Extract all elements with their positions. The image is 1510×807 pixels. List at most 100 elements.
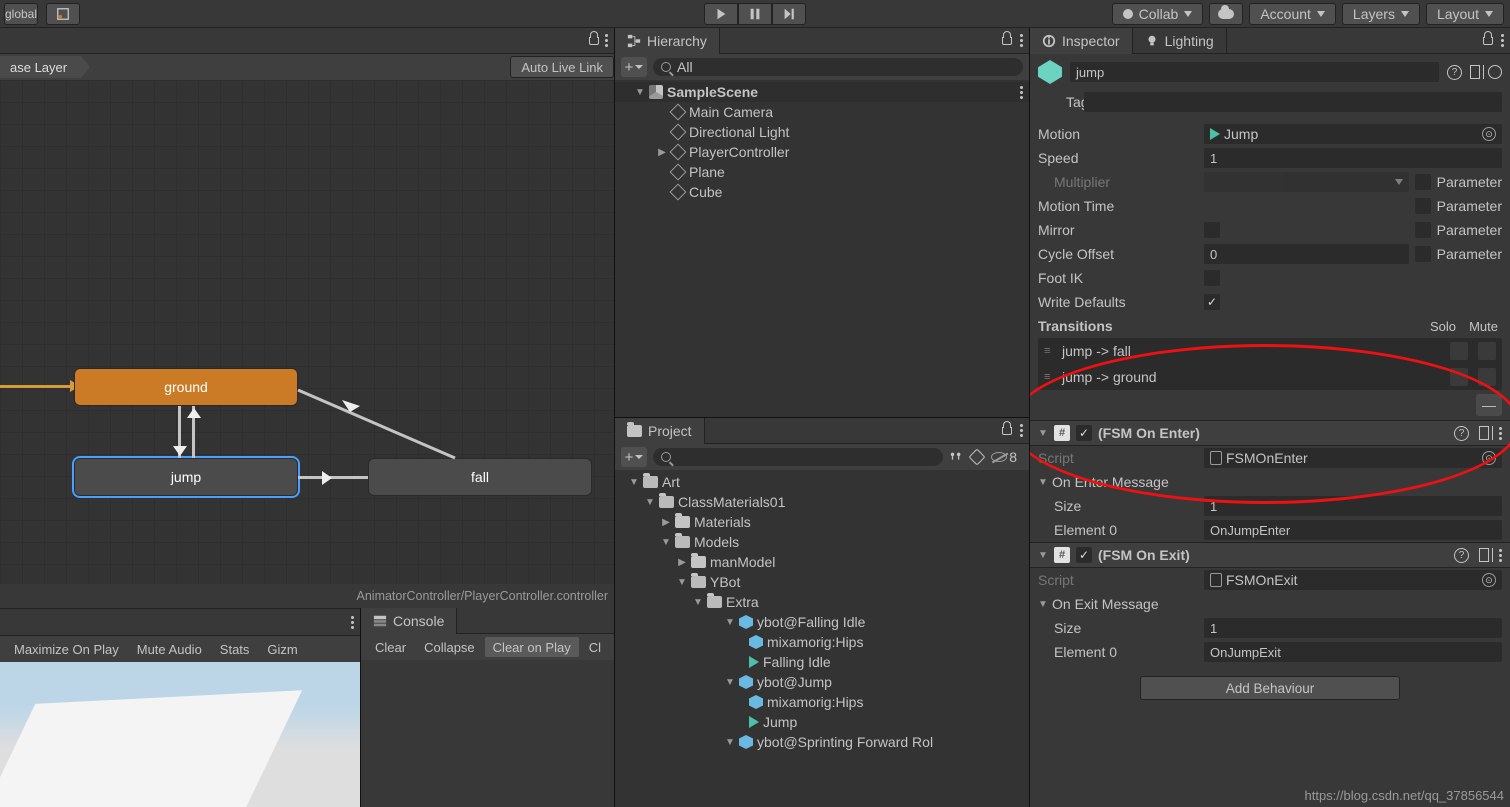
tab-lighting[interactable]: Lighting: [1133, 28, 1227, 54]
help-icon[interactable]: ?: [1447, 65, 1462, 80]
help-icon[interactable]: ?: [1454, 426, 1469, 441]
folder-row[interactable]: ▼ClassMaterials01: [615, 492, 1029, 512]
hierarchy-item[interactable]: Main Camera: [615, 102, 1029, 122]
gear-icon[interactable]: [1488, 65, 1502, 79]
hierarchy-item[interactable]: Directional Light: [615, 122, 1029, 142]
layers-dropdown[interactable]: Layers: [1342, 3, 1420, 25]
cycle-offset-param-checkbox[interactable]: [1415, 246, 1431, 262]
favorite-filter-icon[interactable]: [949, 450, 963, 464]
lock-icon[interactable]: [1002, 37, 1012, 45]
state-name-input[interactable]: jump: [1070, 62, 1439, 82]
on-exit-message-header[interactable]: ▼On Exit Message: [1030, 592, 1510, 616]
fsm-on-exit-header[interactable]: ▼#(FSM On Exit) ?: [1030, 542, 1510, 568]
folder-row[interactable]: ▼Models: [615, 532, 1029, 552]
preset-icon[interactable]: [1479, 426, 1489, 440]
component-menu-icon[interactable]: [1499, 549, 1502, 562]
hierarchy-search-input[interactable]: All: [653, 58, 1023, 76]
collab-dropdown[interactable]: Collab: [1112, 3, 1204, 25]
tab-menu-icon[interactable]: [1020, 424, 1023, 437]
preset-icon[interactable]: [1470, 65, 1480, 79]
pause-button[interactable]: [738, 3, 772, 25]
multiplier-dropdown[interactable]: [1204, 172, 1409, 192]
tab-project[interactable]: Project: [615, 418, 705, 444]
maximize-on-play-toggle[interactable]: Maximize On Play: [6, 639, 127, 659]
fsm-on-enter-header[interactable]: ▼#(FSM On Enter) ?: [1030, 420, 1510, 446]
pivot-toggle[interactable]: [46, 3, 80, 25]
solo-checkbox[interactable]: [1450, 368, 1468, 386]
inspector-body[interactable]: jump ? Tag MotionJump⊙ Speed1 Multiplier…: [1030, 54, 1510, 807]
type-filter-icon[interactable]: [969, 449, 986, 466]
project-search-input[interactable]: [653, 448, 943, 466]
project-tree[interactable]: ▼Art ▼ClassMaterials01 ▶Materials ▼Model…: [615, 470, 1029, 807]
game-view[interactable]: [0, 662, 360, 807]
clear-button[interactable]: Clear: [367, 637, 414, 657]
auto-live-link-toggle[interactable]: Auto Live Link: [510, 56, 614, 78]
layout-dropdown[interactable]: Layout: [1426, 3, 1504, 25]
mute-checkbox[interactable]: [1478, 368, 1496, 386]
motion-time-param-checkbox[interactable]: [1415, 198, 1431, 214]
scene-menu-icon[interactable]: [1020, 86, 1023, 99]
folder-row[interactable]: ▼YBot: [615, 572, 1029, 592]
size-input[interactable]: 1: [1204, 496, 1502, 516]
cycle-offset-input[interactable]: 0: [1204, 244, 1409, 264]
mute-checkbox[interactable]: [1478, 342, 1496, 360]
hidden-count[interactable]: 8: [991, 449, 1017, 465]
element-input[interactable]: OnJumpExit: [1204, 642, 1502, 662]
asset-row[interactable]: Jump: [615, 712, 1029, 732]
tab-menu-icon[interactable]: [1501, 34, 1504, 47]
state-fall[interactable]: fall: [368, 458, 592, 496]
add-behaviour-button[interactable]: Add Behaviour: [1140, 676, 1400, 700]
tab-hierarchy[interactable]: Hierarchy: [615, 28, 720, 54]
speed-input[interactable]: 1: [1204, 148, 1502, 168]
state-ground[interactable]: ground: [74, 368, 298, 406]
transition-item[interactable]: ≡jump -> fall: [1038, 338, 1502, 364]
preset-icon[interactable]: [1479, 548, 1489, 562]
folder-row[interactable]: ▼Extra: [615, 592, 1029, 612]
tab-menu-icon[interactable]: [351, 616, 354, 629]
animator-graph[interactable]: ground jump fall: [0, 80, 614, 584]
tab-console[interactable]: Console: [361, 608, 457, 634]
motion-field[interactable]: Jump⊙: [1204, 124, 1502, 144]
cloud-button[interactable]: [1209, 3, 1243, 25]
script-field[interactable]: FSMOnExit⊙: [1204, 570, 1502, 590]
mute-audio-toggle[interactable]: Mute Audio: [129, 639, 210, 659]
multiplier-param-checkbox[interactable]: [1415, 174, 1431, 190]
tab-inspector[interactable]: Inspector: [1030, 28, 1133, 54]
hierarchy-item[interactable]: ▶PlayerController: [615, 142, 1029, 162]
element-input[interactable]: OnJumpEnter: [1204, 520, 1502, 540]
on-enter-message-header[interactable]: ▼On Enter Message: [1030, 470, 1510, 494]
clear-on-build-toggle[interactable]: Cl: [581, 637, 609, 657]
breadcrumb-base-layer[interactable]: ase Layer: [0, 56, 81, 78]
clear-on-play-toggle[interactable]: Clear on Play: [485, 637, 579, 657]
solo-checkbox[interactable]: [1450, 342, 1468, 360]
hierarchy-item[interactable]: Cube: [615, 182, 1029, 202]
create-dropdown[interactable]: +: [621, 57, 647, 77]
lock-icon[interactable]: [1002, 427, 1012, 435]
component-enabled-checkbox[interactable]: [1076, 425, 1092, 441]
scene-row[interactable]: ▼SampleScene: [615, 82, 1029, 102]
hierarchy-item[interactable]: Plane: [615, 162, 1029, 182]
component-menu-icon[interactable]: [1499, 427, 1502, 440]
lock-icon[interactable]: [1483, 37, 1493, 45]
object-picker-icon[interactable]: ⊙: [1482, 573, 1496, 587]
component-enabled-checkbox[interactable]: [1076, 547, 1092, 563]
drag-handle-icon[interactable]: ≡: [1044, 345, 1054, 357]
transition-item[interactable]: ≡jump -> ground: [1038, 364, 1502, 390]
tag-input[interactable]: [1084, 92, 1502, 112]
lock-icon[interactable]: [589, 37, 599, 45]
tab-menu-icon[interactable]: [1020, 34, 1023, 47]
object-picker-icon[interactable]: ⊙: [1482, 451, 1496, 465]
mirror-param-checkbox[interactable]: [1415, 222, 1431, 238]
drag-handle-icon[interactable]: ≡: [1044, 371, 1054, 383]
help-icon[interactable]: ?: [1454, 548, 1469, 563]
folder-row[interactable]: ▶Materials: [615, 512, 1029, 532]
remove-transition-button[interactable]: —: [1476, 394, 1502, 416]
collapse-toggle[interactable]: Collapse: [416, 637, 483, 657]
hierarchy-tree[interactable]: ▼SampleScene Main Camera Directional Lig…: [615, 80, 1029, 417]
tab-menu-icon[interactable]: [605, 34, 608, 47]
asset-row[interactable]: ▼ybot@Falling Idle: [615, 612, 1029, 632]
mirror-checkbox[interactable]: [1204, 222, 1220, 238]
size-input[interactable]: 1: [1204, 618, 1502, 638]
account-dropdown[interactable]: Account: [1249, 3, 1336, 25]
create-dropdown[interactable]: +: [621, 447, 647, 467]
